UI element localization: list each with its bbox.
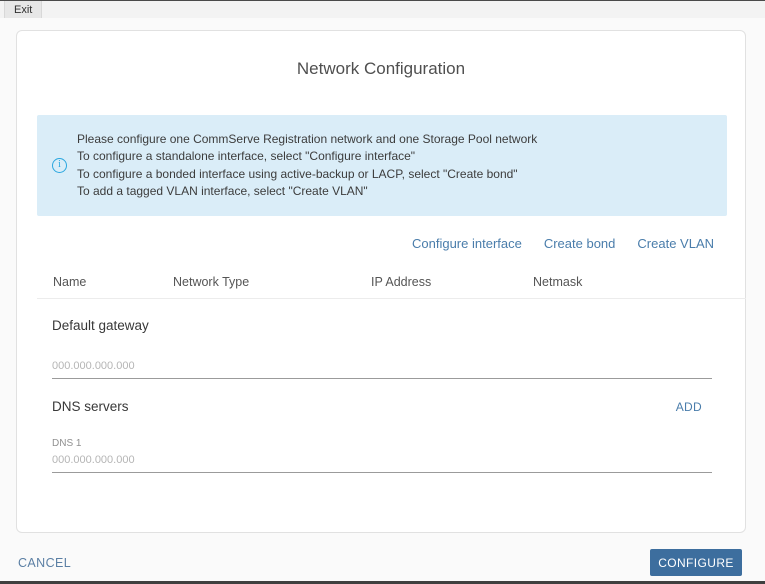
column-header-ip-address: IP Address bbox=[371, 275, 431, 289]
configure-button[interactable]: CONFIGURE bbox=[650, 549, 742, 576]
dialog-title: Network Configuration bbox=[17, 59, 745, 79]
create-vlan-link[interactable]: Create VLAN bbox=[637, 236, 714, 251]
tab-bar: Exit bbox=[0, 1, 765, 18]
default-gateway-label: Default gateway bbox=[52, 318, 149, 333]
create-bond-link[interactable]: Create bond bbox=[544, 236, 616, 251]
exit-tab[interactable]: Exit bbox=[4, 1, 42, 18]
table-divider bbox=[37, 298, 746, 299]
exit-tab-label: Exit bbox=[14, 4, 32, 16]
cancel-button[interactable]: CANCEL bbox=[18, 556, 71, 570]
interface-actions: Configure interface Create bond Create V… bbox=[412, 236, 714, 251]
column-header-netmask: Netmask bbox=[533, 275, 582, 289]
column-header-name: Name bbox=[53, 275, 86, 289]
network-configuration-dialog: Network Configuration i Please configure… bbox=[16, 30, 746, 533]
column-header-network-type: Network Type bbox=[173, 275, 249, 289]
interfaces-table-header: Name Network Type IP Address Netmask bbox=[17, 275, 745, 291]
dns-servers-label: DNS servers bbox=[52, 399, 129, 414]
configure-interface-link[interactable]: Configure interface bbox=[412, 236, 522, 251]
default-gateway-input[interactable] bbox=[52, 353, 712, 379]
info-line: To configure a bonded interface using ac… bbox=[77, 166, 537, 184]
info-line: Please configure one CommServe Registrat… bbox=[77, 131, 537, 149]
info-line: To configure a standalone interface, sel… bbox=[77, 148, 537, 166]
add-dns-button[interactable]: ADD bbox=[676, 400, 702, 414]
info-line: To add a tagged VLAN interface, select "… bbox=[77, 183, 537, 201]
info-text: Please configure one CommServe Registrat… bbox=[77, 131, 537, 201]
dns1-input[interactable] bbox=[52, 447, 712, 473]
info-icon: i bbox=[52, 158, 67, 173]
info-banner: i Please configure one CommServe Registr… bbox=[37, 115, 727, 216]
